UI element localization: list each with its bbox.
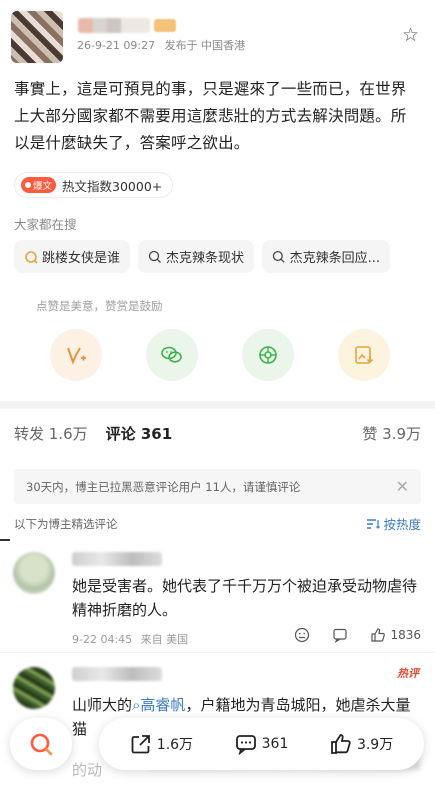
selected-comments-label: 以下为博主精选评论 bbox=[14, 516, 118, 531]
sort-by-heat-button[interactable]: 按热度 bbox=[366, 514, 421, 533]
hot-pill-label: 爆文 bbox=[33, 181, 53, 192]
reply-icon[interactable] bbox=[332, 627, 348, 643]
search-link-text: 高睿帆 bbox=[140, 696, 186, 714]
trending-search-row: 跳楼女侠是谁 杰克辣条现状 杰克辣条回应... bbox=[14, 240, 435, 273]
search-icon bbox=[272, 250, 285, 263]
tab-likes[interactable]: 赞 3.9万 bbox=[362, 423, 421, 444]
search-icon bbox=[30, 733, 53, 756]
comment-filter-row: 以下为博主精选评论 按热度 bbox=[14, 514, 421, 533]
interaction-tabs: 转发 1.6万 评论 361 赞 3.9万 bbox=[0, 401, 435, 458]
commenter-name-blurred[interactable] bbox=[72, 552, 162, 566]
search-icon bbox=[148, 250, 161, 263]
comment-like-button[interactable]: 1836 bbox=[370, 627, 421, 643]
search-link[interactable]: ⌕高睿帆 bbox=[132, 696, 185, 714]
share-wechat-button[interactable] bbox=[146, 329, 198, 381]
thumbs-up-icon bbox=[371, 628, 386, 642]
comment-actions: 1836 bbox=[294, 627, 421, 643]
moments-icon bbox=[259, 346, 277, 364]
sort-icon bbox=[367, 518, 381, 529]
favorite-star-icon[interactable]: ☆ bbox=[402, 26, 419, 45]
post-location: 发布于 中国香港 bbox=[164, 39, 246, 52]
reward-tip-button[interactable] bbox=[50, 329, 102, 381]
block-notice-text: 30天内，博主已拉黑恶意评论用户 11人，请谨慎评论 bbox=[26, 479, 301, 494]
post-meta: 26-9-21 09:27 发布于 中国香港 bbox=[77, 37, 251, 53]
search-chip-label: 杰克辣条现状 bbox=[166, 251, 245, 266]
tab-comments[interactable]: 评论 361 bbox=[106, 423, 173, 444]
close-icon[interactable]: ✕ bbox=[396, 477, 409, 496]
repost-count: 1.6万 bbox=[156, 737, 194, 753]
comment-like-count: 1836 bbox=[390, 628, 421, 642]
author-avatar[interactable] bbox=[11, 11, 63, 63]
action-pill: 1.6万 361 3.9万 bbox=[99, 718, 424, 770]
comment-date: 9-22 04:45 bbox=[72, 633, 133, 646]
comment-location: 来自 美国 bbox=[140, 633, 189, 646]
sort-label: 按热度 bbox=[383, 517, 421, 532]
flame-icon bbox=[25, 182, 31, 188]
repost-icon bbox=[131, 735, 150, 754]
search-floating-button[interactable] bbox=[10, 718, 72, 770]
comment-text-part: 山师大的 bbox=[72, 696, 133, 714]
comment-count: 361 bbox=[261, 736, 289, 752]
trending-search-title: 大家都在搜 bbox=[14, 217, 77, 232]
hot-index-tag[interactable]: 爆文 热文指数30000+ bbox=[14, 172, 174, 198]
repost-button[interactable]: 1.6万 bbox=[130, 733, 193, 755]
weibo-post-page: 26-9-21 09:27 发布于 中国香港 ☆ 事實上，這是可預見的事，只是遲… bbox=[0, 0, 435, 800]
comment-icon bbox=[235, 735, 256, 755]
bottom-action-bar: 1.6万 361 3.9万 bbox=[0, 718, 435, 800]
vip-badge bbox=[154, 19, 176, 32]
commenter-avatar[interactable] bbox=[13, 667, 55, 709]
image-download-icon bbox=[355, 346, 374, 364]
like-count: 3.9万 bbox=[356, 737, 394, 753]
like-button[interactable]: 3.9万 bbox=[330, 733, 393, 755]
hot-pill: 爆文 bbox=[21, 177, 57, 193]
comment-item[interactable]: 她是受害者。她代表了千千万万个被迫承受动物虐待精神折磨的人。 9-22 04:4… bbox=[0, 548, 435, 653]
search-chip-1[interactable]: 跳楼女侠是谁 bbox=[14, 240, 131, 273]
save-image-button[interactable] bbox=[338, 329, 390, 381]
selected-indicator bbox=[0, 539, 10, 541]
comment-button[interactable]: 361 bbox=[235, 733, 289, 755]
reward-buttons bbox=[50, 329, 390, 381]
block-notice: 30天内，博主已拉黑恶意评论用户 11人，请谨慎评论 ✕ bbox=[14, 469, 421, 504]
tip-icon bbox=[67, 347, 86, 365]
commenter-avatar[interactable] bbox=[13, 552, 55, 594]
search-chip-label: 杰克辣条回应... bbox=[289, 251, 381, 266]
search-chip-3[interactable]: 杰克辣条回应... bbox=[262, 240, 391, 273]
post-body-text: 事實上，這是可預見的事，只是遲來了一些而已，在世界上大部分國家都不需要用這麼悲壯… bbox=[14, 80, 407, 152]
tab-reposts[interactable]: 转发 1.6万 bbox=[14, 423, 88, 444]
wechat-icon bbox=[161, 346, 182, 363]
commenter-name-blurred[interactable] bbox=[72, 667, 162, 681]
comment-text: 她是受害者。她代表了千千万万个被迫承受动物虐待精神折磨的人。 bbox=[72, 577, 418, 619]
hot-search-icon bbox=[25, 250, 38, 264]
reward-hint: 点赞是美意，赞赏是鼓励 bbox=[36, 299, 163, 313]
post-header: 26-9-21 09:27 发布于 中国香港 ☆ bbox=[0, 0, 435, 66]
react-emoji-icon[interactable] bbox=[294, 627, 310, 643]
author-name-blurred[interactable] bbox=[78, 18, 150, 33]
post-timestamp: 26-9-21 09:27 bbox=[77, 39, 156, 52]
hot-index-label: 热文指数30000+ bbox=[62, 178, 163, 194]
share-moments-button[interactable] bbox=[242, 329, 294, 381]
hot-comment-badge: 热评 bbox=[397, 667, 419, 680]
thumbs-up-icon bbox=[331, 734, 351, 754]
search-chip-2[interactable]: 杰克辣条现状 bbox=[138, 240, 255, 273]
comment-meta: 9-22 04:45 来自 美国 bbox=[72, 631, 193, 647]
search-chip-label: 跳楼女侠是谁 bbox=[42, 251, 121, 266]
